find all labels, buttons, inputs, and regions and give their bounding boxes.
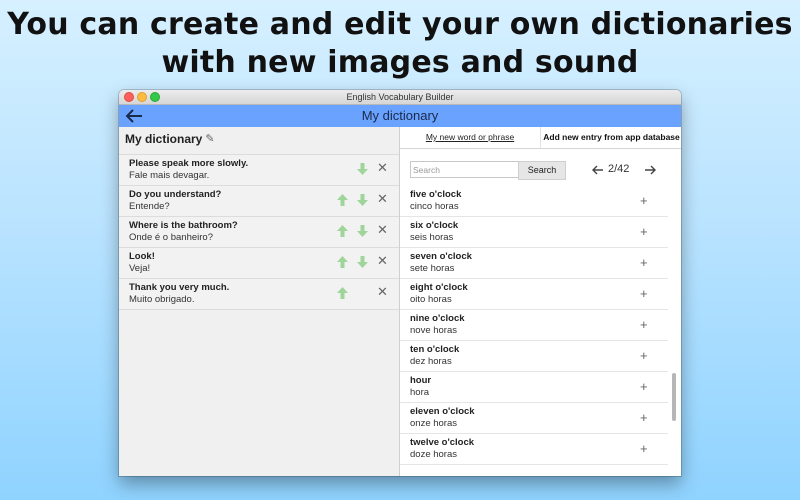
entry-translation: Onde é o banheiro? [129,232,213,243]
search-input[interactable] [410,161,520,178]
word-english: hour [410,375,432,386]
dictionary-item[interactable]: Look! Veja! ✕ [119,247,399,278]
word-list-item[interactable]: five o'clock cinco horas + [400,186,668,217]
pencil-edit-icon[interactable]: ✎ [205,132,214,145]
add-plus-icon[interactable]: + [640,410,648,425]
move-up-arrow-icon[interactable] [337,225,348,237]
add-entry-pane: My new word or phrase Add new entry from… [400,127,681,476]
window-title: English Vocabulary Builder [346,92,454,102]
word-translation: oito horas [410,294,452,305]
add-plus-icon[interactable]: + [640,286,648,301]
word-english: eleven o'clock [410,406,475,417]
previous-page-arrow-icon[interactable] [592,164,604,176]
entry-english: Do you understand? [129,189,222,200]
move-up-arrow-icon[interactable] [337,287,348,299]
word-list-item[interactable]: eight o'clock oito horas + [400,279,668,310]
word-list-item[interactable]: hour hora + [400,372,668,403]
page-title: My dictionary [361,108,439,123]
word-english: seven o'clock [410,251,472,262]
word-translation: sete horas [410,263,455,274]
dictionary-title: My dictionary [125,132,203,146]
add-plus-icon[interactable]: + [640,193,648,208]
pager: 2/42 [592,162,662,178]
word-english: eight o'clock [410,282,468,293]
add-plus-icon[interactable]: + [640,348,648,363]
word-list-item[interactable]: seven o'clock sete horas + [400,248,668,279]
dictionary-item[interactable]: Thank you very much. Muito obrigado. ✕ [119,278,399,310]
entry-english: Please speak more slowly. [129,158,249,169]
word-translation: doze horas [410,449,458,460]
headline-line-1: You can create and edit your own diction… [7,7,793,42]
entry-translation: Veja! [129,263,151,274]
add-plus-icon[interactable]: + [640,441,648,456]
move-down-arrow-icon[interactable] [357,225,368,237]
word-list-item[interactable]: twelve o'clock doze horas + [400,434,668,465]
word-english: twelve o'clock [410,437,475,448]
entry-translation: Fale mais devagar. [129,170,210,181]
move-down-arrow-icon[interactable] [357,194,368,206]
next-page-arrow-icon[interactable] [644,164,656,176]
word-list-item[interactable]: eleven o'clock onze horas + [400,403,668,434]
move-down-arrow-icon[interactable] [357,163,368,175]
entry-english: Thank you very much. [129,282,230,293]
tab-add-from-database[interactable]: Add new entry from app database [540,127,681,148]
word-translation: seis horas [410,232,454,243]
word-translation: dez horas [410,356,452,367]
word-list-item[interactable]: nine o'clock nove horas + [400,310,668,341]
word-english: five o'clock [410,189,462,200]
search-button[interactable]: Search [518,161,566,180]
entry-translation: Entende? [129,201,170,212]
scroll-thumb[interactable] [672,373,676,421]
move-up-arrow-icon[interactable] [337,194,348,206]
database-word-list: five o'clock cinco horas + six o'clock seis … [400,186,668,476]
word-translation: cinco horas [410,201,459,212]
word-list-scrollbar[interactable] [669,186,679,476]
window-titlebar: English Vocabulary Builder [119,90,681,105]
word-english: ten o'clock [410,344,460,355]
entry-english: Where is the bathroom? [129,220,238,231]
tab-my-new-word[interactable]: My new word or phrase [400,127,540,148]
entry-translation: Muito obrigado. [129,294,195,305]
delete-x-icon[interactable]: ✕ [377,160,388,176]
app-window: English Vocabulary Builder My dictionary… [119,90,681,476]
word-translation: nove horas [410,325,458,336]
word-english: nine o'clock [410,313,465,324]
add-plus-icon[interactable]: + [640,379,648,394]
app-header-bar: My dictionary [119,105,681,127]
my-dictionary-pane: My dictionary ✎ Please speak more slowly.… [119,127,400,476]
promo-headline: You can create and edit your own diction… [0,6,800,82]
page-indicator: 2/42 [608,163,630,175]
entry-tabs: My new word or phrase Add new entry from… [400,127,681,149]
word-translation: onze horas [410,418,458,429]
dictionary-header: My dictionary ✎ [125,132,215,146]
delete-x-icon[interactable]: ✕ [377,222,388,238]
dictionary-item[interactable]: Do you understand? Entende? ✕ [119,185,399,216]
dictionary-list: Please speak more slowly. Fale mais devag… [119,154,399,310]
delete-x-icon[interactable]: ✕ [377,284,388,300]
delete-x-icon[interactable]: ✕ [377,253,388,269]
word-translation: hora [410,387,430,398]
dictionary-item[interactable]: Where is the bathroom? Onde é o banheiro?… [119,216,399,247]
add-plus-icon[interactable]: + [640,255,648,270]
move-down-arrow-icon[interactable] [357,256,368,268]
word-list-item[interactable]: ten o'clock dez horas + [400,341,668,372]
move-up-arrow-icon[interactable] [337,256,348,268]
word-list-item[interactable]: six o'clock seis horas + [400,217,668,248]
entry-english: Look! [129,251,155,262]
word-english: six o'clock [410,220,459,231]
headline-line-2: with new images and sound [161,45,639,80]
add-plus-icon[interactable]: + [640,317,648,332]
dictionary-item[interactable]: Please speak more slowly. Fale mais devag… [119,154,399,185]
add-plus-icon[interactable]: + [640,224,648,239]
delete-x-icon[interactable]: ✕ [377,191,388,207]
